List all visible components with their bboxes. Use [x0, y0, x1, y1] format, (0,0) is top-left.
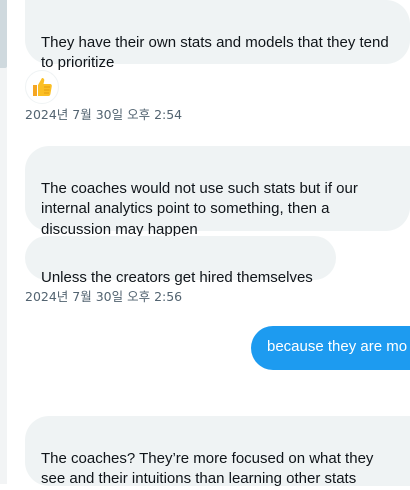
message-timestamp: 2024년 7월 30일 오후 2:56 [25, 289, 183, 304]
scrollbar-thumb[interactable] [0, 0, 7, 68]
message-text: The coaches? They’re more focused on wha… [41, 449, 374, 488]
message-text: Unless the creators get hired themselves [41, 268, 313, 286]
message-text: because they are mo [267, 338, 408, 355]
message-bubble-incoming[interactable]: The coaches? They’re more focused on wha… [25, 416, 410, 488]
message-bubble-incoming[interactable]: The coaches would not use such stats but… [25, 146, 410, 238]
message-text: The coaches would not use such stats but… [41, 179, 358, 238]
message-bubble-outgoing[interactable]: because they are mo [251, 326, 410, 370]
scrollbar[interactable] [0, 0, 7, 484]
message-bubble-incoming[interactable]: They have their own stats and models tha… [25, 0, 410, 71]
message-text: They have their own stats and models tha… [41, 33, 389, 72]
message-bubble-incoming[interactable]: Unless the creators get hired themselves [25, 236, 336, 286]
thumbs-up-icon [33, 78, 52, 96]
reaction-badge[interactable] [25, 70, 59, 104]
message-timestamp: 2024년 7월 30일 오후 2:54 [25, 107, 183, 122]
